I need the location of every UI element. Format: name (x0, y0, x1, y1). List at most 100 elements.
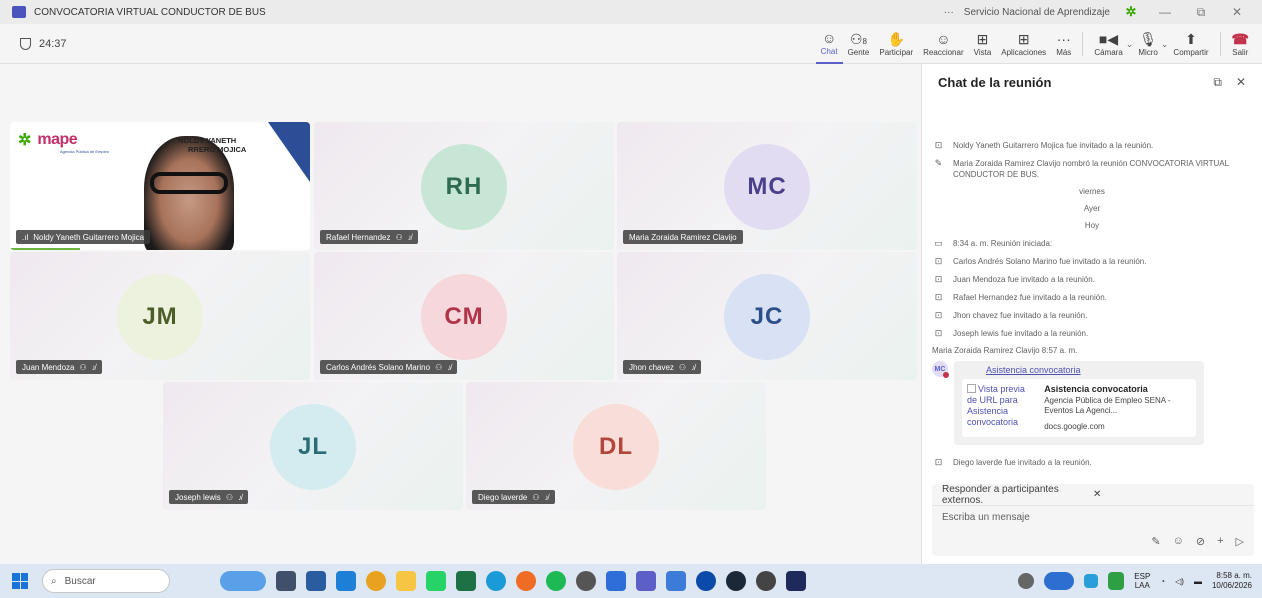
wifi-icon[interactable]: ◔ (1160, 577, 1165, 586)
whatsapp-icon[interactable] (426, 571, 446, 591)
system-clock[interactable]: 8:58 a. m. 10/06/2026 (1212, 571, 1252, 591)
apps-button[interactable]: ⊞ Aplicaciones (996, 24, 1051, 64)
invite-icon: ⊡ (934, 274, 943, 284)
edge-icon[interactable] (486, 571, 506, 591)
participant-name-tag: Carlos Andrés Solano Marino ⚇ ♪̸ (320, 360, 458, 374)
event-text: Noldy Yaneth Guitarrero Mojica fue invit… (953, 141, 1154, 150)
shield-icon (20, 37, 31, 50)
react-button[interactable]: ☺ Reaccionar (918, 24, 968, 64)
add-icon[interactable]: + (1217, 535, 1223, 548)
widgets-icon[interactable] (220, 571, 266, 591)
restore-button[interactable]: ⧉ (1188, 5, 1214, 20)
chrome-icon[interactable] (366, 571, 386, 591)
app-icon[interactable] (786, 571, 806, 591)
taskbar-search[interactable]: ⌕ Buscar (42, 569, 170, 593)
avatar-initials: RH (445, 173, 483, 200)
raise-hand-button[interactable]: ✋ Participar (874, 24, 918, 64)
mic-muted-icon: ♪̸ (447, 362, 452, 372)
participant-name: Jhon chavez (629, 362, 674, 372)
preview-info: Asistencia convocatoria Agencia Pública … (1044, 384, 1191, 432)
chat-event: ⊡ Rafael Hernandez fue invitado a la reu… (932, 292, 1252, 303)
sena-logo-icon: ✲ (1125, 4, 1137, 19)
window-title: CONVOCATORIA VIRTUAL CONDUCTOR DE BUS (34, 6, 266, 18)
chat-button[interactable]: ☺ Chat (815, 24, 843, 64)
preview-description: Agencia Pública de Empleo SENA - Eventos… (1044, 396, 1171, 415)
language-indicator[interactable]: ESP LAA (1134, 572, 1150, 590)
emoji-icon[interactable]: ☺ (1173, 535, 1184, 548)
windows-start-icon[interactable] (12, 573, 28, 589)
view-label: Vista (973, 48, 992, 57)
link-preview-card[interactable]: Vista previa de URL para Asistencia conv… (962, 379, 1196, 437)
participant-name: Diego laverde (478, 492, 528, 502)
cloud-icon[interactable] (1018, 573, 1035, 589)
file-explorer-icon[interactable] (396, 571, 416, 591)
vpn-icon[interactable] (1044, 572, 1075, 590)
close-window-button[interactable]: ✕ (1224, 5, 1250, 19)
event-text: Juan Mendoza fue invitado a la reunión. (953, 275, 1095, 284)
volume-icon[interactable]: ◁) (1175, 577, 1184, 586)
close-banner-icon[interactable]: ✕ (1093, 489, 1244, 500)
notepad-icon[interactable] (666, 571, 686, 591)
plus-box-icon: ⊞ (1017, 31, 1030, 47)
send-icon[interactable]: ▷ (1236, 535, 1244, 548)
mic-button[interactable]: 🎙 Micro (1133, 24, 1163, 64)
format-icon[interactable]: ✎ (1151, 535, 1160, 548)
camera-options-chevron-icon[interactable]: ⌄ (1126, 39, 1134, 50)
date-divider: Hoy (1084, 221, 1100, 230)
participant-name: Rafael Hernandez (326, 232, 391, 242)
participant-avatar: JC (724, 274, 810, 360)
pop-out-icon[interactable]: ⧉ (1213, 75, 1222, 90)
search-icon: ⌕ (51, 575, 57, 587)
invite-icon: ⊡ (934, 256, 943, 266)
message-link[interactable]: Asistencia convocatoria (986, 365, 1196, 375)
participant-tile-video[interactable]: ✲ mape Agencia Pública de Empleo NOLDY Y… (10, 122, 310, 250)
camera-icon: ■◀ (1098, 31, 1119, 47)
loop-icon[interactable]: ⊘ (1196, 535, 1205, 548)
more-button[interactable]: ··· Más (1051, 24, 1076, 64)
browser-icon[interactable] (696, 571, 716, 591)
steam-icon[interactable] (726, 571, 746, 591)
teams-icon[interactable] (636, 571, 656, 591)
participant-name: Maria Zoraida Ramirez Clavijo (629, 232, 737, 242)
participant-tile[interactable]: DL Diego laverde ⚇ ♪̸ (466, 382, 766, 510)
excel-icon[interactable] (456, 571, 476, 591)
close-chat-icon[interactable]: ✕ (1236, 75, 1246, 89)
external-user-icon: ⚇ (532, 492, 540, 502)
battery-icon[interactable]: ▬ (1194, 577, 1202, 586)
mic-muted-icon: ♪̸ (691, 362, 696, 372)
view-button[interactable]: ⊞ Vista (969, 24, 997, 64)
teams-icon (12, 6, 26, 18)
clock-icon[interactable] (576, 571, 596, 591)
firefox-icon[interactable] (516, 571, 536, 591)
minimize-button[interactable]: — (1152, 5, 1178, 19)
participant-tile[interactable]: JM Juan Mendoza ⚇ ♪̸ (10, 252, 310, 380)
spotify-icon[interactable] (546, 571, 566, 591)
external-user-icon: ⚇ (435, 362, 443, 372)
participant-tile[interactable]: RH Rafael Hernandez ⚇ ♪̸ (314, 122, 614, 250)
chat-event: ⊡ Carlos Andrés Solano Marino fue invita… (932, 256, 1252, 267)
mic-active-icon[interactable] (1108, 572, 1125, 590)
mic-options-chevron-icon[interactable]: ⌄ (1161, 39, 1169, 50)
invite-icon: ⊡ (934, 292, 943, 302)
sena-logo-icon: ✲ (18, 132, 32, 149)
chatgpt-icon[interactable] (756, 571, 776, 591)
people-icon: ⚇8 (849, 31, 867, 47)
calculator-icon[interactable] (306, 571, 326, 591)
task-view-icon[interactable] (276, 571, 296, 591)
people-button[interactable]: ⚇8 Gente (843, 24, 875, 64)
more-options-button[interactable]: ··· (944, 7, 954, 18)
participant-tile[interactable]: JC Jhon chavez ⚇ ♪̸ (617, 252, 917, 380)
mail-icon[interactable] (336, 571, 356, 591)
camera-button[interactable]: ■◀ Cámara (1089, 24, 1127, 64)
store-icon[interactable] (606, 571, 626, 591)
participant-avatar: JM (117, 274, 203, 360)
message-input[interactable]: Escriba un mensaje (932, 506, 1254, 528)
share-button[interactable]: ⬆ Compartir (1168, 24, 1213, 64)
smiley-icon: ☺ (936, 31, 951, 47)
participant-tile[interactable]: CM Carlos Andrés Solano Marino ⚇ ♪̸ (314, 252, 614, 380)
app-tray-icon[interactable] (1084, 574, 1099, 588)
leave-button[interactable]: ☎ Salir (1227, 24, 1254, 64)
participant-tile[interactable]: MC Maria Zoraida Ramirez Clavijo (617, 122, 917, 250)
chat-label: Chat (820, 47, 838, 56)
participant-tile[interactable]: JL Joseph lewis ⚇ ♪̸ (163, 382, 463, 510)
